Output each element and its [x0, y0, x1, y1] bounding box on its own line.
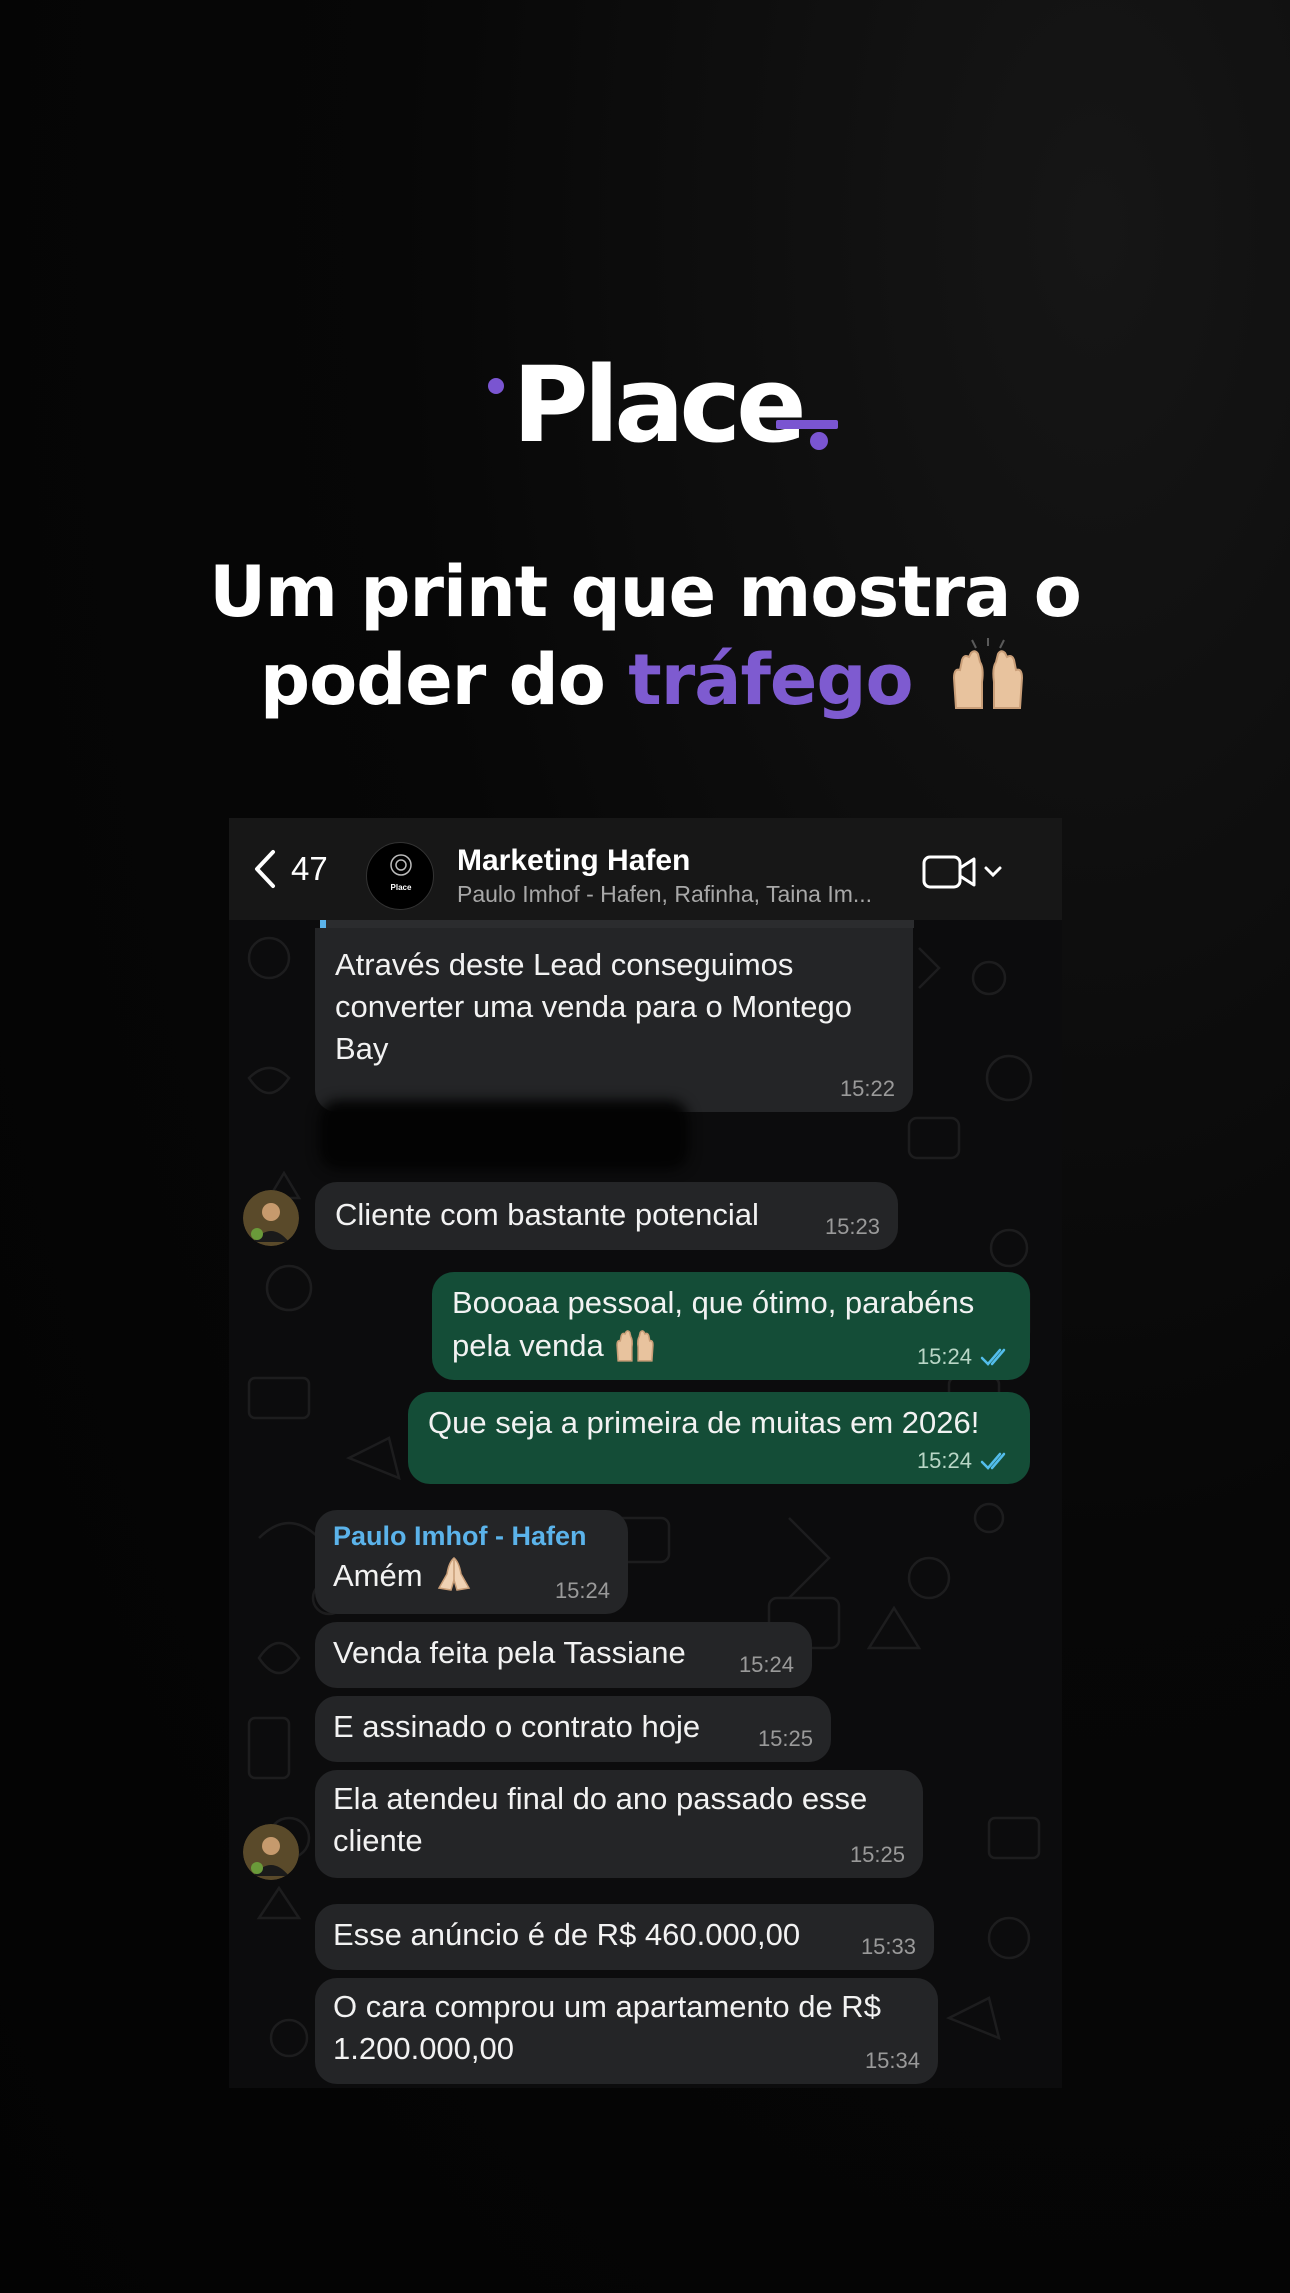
redacted-content — [319, 1100, 689, 1170]
unread-count: 47 — [291, 850, 328, 887]
logo-text: Place — [512, 344, 806, 466]
message-text: Esse anúncio é de R$ 460.000,00 — [333, 1917, 801, 1952]
message-text: Cliente com bastante potencial — [335, 1197, 759, 1232]
message-incoming[interactable]: E assinado o contrato hoje 15:25 — [315, 1696, 831, 1762]
logo-accent-bar — [776, 420, 839, 429]
raising-hands-icon — [952, 638, 1023, 709]
message-time: 15:24 — [554, 1578, 610, 1603]
sender-name[interactable]: Paulo Imhof - Hafen — [333, 1518, 610, 1554]
message-time: 15:34 — [864, 2048, 920, 2073]
avatar[interactable] — [243, 1824, 299, 1880]
double-check-icon — [980, 1452, 1006, 1470]
user-photo-icon — [243, 1190, 299, 1246]
message-time: 15:22 — [839, 1076, 895, 1101]
message-incoming[interactable]: Ela atendeu final do ano passado esse cl… — [315, 1770, 923, 1878]
video-call-button[interactable] — [922, 854, 1004, 890]
message-time: 15:25 — [849, 1842, 905, 1867]
promo-page: Place Um print que mostra o poder do trá… — [0, 0, 1290, 2293]
message-time: 15:23 — [824, 1214, 880, 1239]
praying-hands-icon — [438, 1557, 471, 1591]
group-logo-icon — [390, 854, 412, 876]
message-incoming[interactable]: Esse anúncio é de R$ 460.000,00 15:33 — [315, 1904, 934, 1970]
message-text: Ela atendeu final do ano passado esse cl… — [333, 1781, 868, 1858]
video-camera-icon — [922, 855, 976, 889]
brand-logo: Place — [0, 340, 1290, 460]
message-time: 15:25 — [757, 1726, 813, 1751]
message-outgoing[interactable]: Que seja a primeira de muitas em 2026! 1… — [408, 1392, 1030, 1484]
message-text: Através deste Lead conseguimos converter… — [335, 947, 852, 1066]
message-incoming[interactable]: O cara comprou um apartamento de R$ 1.20… — [315, 1978, 938, 2084]
message-text: Que seja a primeira de muitas em 2026! — [428, 1405, 980, 1440]
user-photo-icon — [243, 1824, 299, 1880]
avatar[interactable] — [243, 1190, 299, 1246]
message-incoming[interactable]: Paulo Imhof - Hafen Amém 15:24 — [315, 1510, 628, 1614]
message-text-content: Amém — [333, 1558, 423, 1593]
headline-prefix: poder do — [260, 639, 606, 721]
message-time-text: 15:24 — [916, 1344, 972, 1369]
headline: Um print que mostra o poder do tráfego — [0, 548, 1290, 724]
message-incoming[interactable]: Venda feita pela Tassiane 15:24 — [315, 1622, 812, 1688]
group-avatar-label: Place — [390, 883, 412, 892]
raising-hands-icon — [616, 1330, 654, 1362]
double-check-icon — [980, 1348, 1006, 1366]
chat-screenshot: 47 Place Marketing Hafen Paulo Imhof - H… — [229, 818, 1062, 2088]
message-time: 15:24 — [917, 1448, 1012, 1474]
message-outgoing[interactable]: Boooaa pessoal, que ótimo, parabéns pela… — [432, 1272, 1030, 1380]
headline-line-2: poder do tráfego — [0, 636, 1290, 724]
group-members[interactable]: Paulo Imhof - Hafen, Rafinha, Taina Im..… — [457, 881, 897, 908]
message-time: 15:33 — [860, 1934, 916, 1959]
back-button[interactable]: 47 — [251, 848, 328, 890]
group-avatar[interactable]: Place — [366, 842, 434, 910]
group-name[interactable]: Marketing Hafen — [457, 844, 690, 878]
message-incoming[interactable]: Através deste Lead conseguimos converter… — [315, 928, 913, 1112]
message-text: O cara comprou um apartamento de R$ 1.20… — [333, 1989, 881, 2066]
headline-line-1: Um print que mostra o — [209, 551, 1082, 633]
message-text: E assinado o contrato hoje — [333, 1709, 701, 1744]
message-text-content: Boooaa pessoal, que ótimo, parabéns pela… — [452, 1285, 975, 1363]
logo-dot — [488, 378, 505, 394]
chevron-left-icon — [255, 850, 275, 888]
chat-header: 47 Place Marketing Hafen Paulo Imhof - H… — [229, 818, 1062, 920]
message-time: 15:24 — [917, 1344, 1012, 1370]
message-time-text: 15:24 — [916, 1448, 972, 1473]
headline-accent-word: tráfego — [628, 639, 913, 721]
message-text: Venda feita pela Tassiane — [333, 1635, 686, 1670]
logo-dot — [809, 432, 828, 450]
message-time: 15:24 — [738, 1652, 794, 1677]
message-incoming[interactable]: Cliente com bastante potencial 15:23 — [315, 1182, 898, 1250]
chevron-down-icon — [984, 866, 1002, 878]
